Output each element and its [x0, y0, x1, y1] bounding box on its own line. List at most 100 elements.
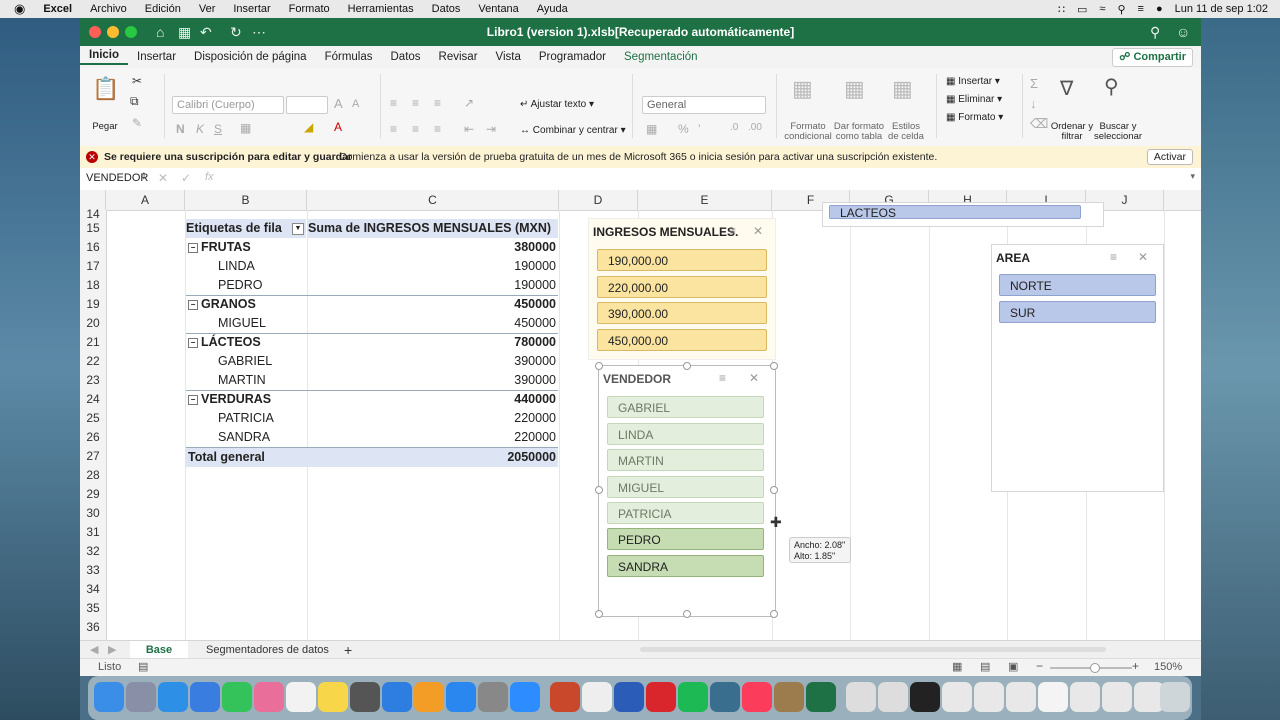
calculator-icon[interactable]: [350, 682, 380, 712]
row-header[interactable]: 32: [80, 542, 106, 561]
tab-vista[interactable]: Vista: [487, 51, 530, 63]
pivot-total-label[interactable]: Total general: [186, 448, 307, 467]
add-sheet-button[interactable]: +: [344, 641, 352, 659]
increase-indent-icon[interactable]: ⇥: [486, 122, 496, 136]
grow-font-icon[interactable]: A: [334, 96, 343, 111]
pivot-row-label[interactable]: − FRUTAS: [188, 238, 306, 257]
window-thumbnail[interactable]: [1038, 682, 1068, 712]
pivot-row-label[interactable]: MARTIN: [218, 371, 306, 390]
row-header[interactable]: 27: [80, 447, 106, 466]
slicer-item[interactable]: MIGUEL: [607, 476, 764, 498]
pivot-row-value[interactable]: 390000: [308, 352, 556, 371]
row-header[interactable]: 14: [80, 208, 106, 220]
row-header[interactable]: 18: [80, 276, 106, 295]
pivot-row-value[interactable]: 780000: [308, 333, 556, 352]
launchpad-icon[interactable]: [126, 682, 156, 712]
menu-datos[interactable]: Datos: [432, 3, 461, 15]
collapse-icon[interactable]: −: [188, 394, 198, 405]
pivot-row-label[interactable]: MIGUEL: [218, 314, 306, 333]
pivot-total-value[interactable]: 2050000: [307, 448, 558, 467]
format-cells-button[interactable]: ▦ Formato ▾: [946, 112, 1003, 123]
delete-cells-button[interactable]: ▦ Eliminar ▾: [946, 94, 1002, 105]
font-name-select[interactable]: Calibri (Cuerpo): [172, 96, 284, 114]
siri-icon[interactable]: ●: [1156, 3, 1163, 15]
shrink-font-icon[interactable]: A: [352, 98, 359, 110]
menubar-clock[interactable]: Lun 11 de sep 1:02: [1175, 3, 1268, 15]
utility-icon[interactable]: [774, 682, 804, 712]
format-painter-icon[interactable]: ✎: [132, 116, 142, 130]
pages-icon[interactable]: [414, 682, 444, 712]
row-header[interactable]: 19: [80, 295, 106, 314]
resize-handle[interactable]: [683, 610, 691, 618]
cancel-icon[interactable]: ✕: [158, 171, 168, 185]
resize-handle[interactable]: [770, 610, 778, 618]
slicer-item-selected[interactable]: PEDRO: [607, 528, 764, 550]
row-header[interactable]: 30: [80, 504, 106, 523]
tab-revisar[interactable]: Revisar: [430, 51, 487, 63]
row-header[interactable]: 36: [80, 618, 106, 640]
zoom-app-icon[interactable]: [510, 682, 540, 712]
page-break-view-icon[interactable]: ▣: [1008, 660, 1018, 673]
slicer-item[interactable]: PATRICIA: [607, 502, 764, 524]
find-select-icon[interactable]: ⚲: [1104, 74, 1119, 99]
pdf-icon[interactable]: [646, 682, 676, 712]
row-header[interactable]: 23: [80, 371, 106, 390]
orientation-icon[interactable]: ↗: [464, 96, 474, 110]
borders-icon[interactable]: ▦: [240, 121, 251, 135]
apple-icon[interactable]: ◉: [14, 1, 25, 17]
expand-formula-icon[interactable]: ▾: [1190, 171, 1195, 182]
pivot-row-value[interactable]: 450000: [308, 314, 556, 333]
pivot-row-label[interactable]: PATRICIA: [218, 409, 306, 428]
slicer-item[interactable]: LACTEOS: [829, 205, 1081, 220]
row-header[interactable]: 35: [80, 599, 106, 618]
slicer-item[interactable]: 220,000.00: [597, 276, 767, 298]
slicer-partial[interactable]: LACTEOS: [822, 202, 1104, 227]
clear-filter-icon[interactable]: ✕: [749, 371, 759, 385]
keynote-icon[interactable]: [382, 682, 412, 712]
resize-handle[interactable]: [595, 486, 603, 494]
wrap-text-button[interactable]: ↵ Ajustar texto ▾: [520, 99, 594, 110]
cut-icon[interactable]: ✂: [132, 74, 142, 88]
menu-insertar[interactable]: Insertar: [233, 3, 270, 15]
underline-icon[interactable]: S: [214, 122, 222, 136]
currency-icon[interactable]: ▦: [646, 122, 657, 136]
filter-dropdown-icon[interactable]: ▼: [292, 223, 304, 235]
align-right-icon[interactable]: ≡: [434, 122, 441, 136]
powerpoint-icon[interactable]: [550, 682, 580, 712]
music-icon[interactable]: [742, 682, 772, 712]
share-button[interactable]: ☍ Compartir: [1112, 48, 1193, 67]
decrease-decimal-icon[interactable]: .00: [748, 122, 762, 133]
resize-handle[interactable]: [770, 362, 778, 370]
row-header[interactable]: 15: [80, 219, 106, 238]
bold-icon[interactable]: N: [176, 122, 185, 136]
align-center-icon[interactable]: ≡: [412, 122, 419, 136]
window-thumbnail[interactable]: [974, 682, 1004, 712]
search-icon[interactable]: ⚲: [1150, 24, 1160, 41]
tab-segmentacion[interactable]: Segmentación: [615, 51, 707, 63]
window-thumbnail[interactable]: [1102, 682, 1132, 712]
number-format-select[interactable]: General: [642, 96, 766, 114]
tab-inicio[interactable]: Inicio: [80, 49, 129, 65]
row-header[interactable]: 17: [80, 257, 106, 276]
word-icon[interactable]: [614, 682, 644, 712]
pivot-row-value[interactable]: 390000: [308, 371, 556, 390]
slicer-item[interactable]: SUR: [999, 301, 1156, 323]
align-bottom-icon[interactable]: ≡: [434, 96, 441, 110]
decrease-indent-icon[interactable]: ⇤: [464, 122, 474, 136]
tab-disposicion[interactable]: Disposición de página: [185, 51, 316, 63]
column-header-a[interactable]: A: [106, 190, 185, 210]
script-editor-icon[interactable]: [582, 682, 612, 712]
slicer-ingresos[interactable]: INGRESOS MENSUALES... ≡ ✕ 190,000.00 220…: [588, 218, 776, 360]
browser-icon[interactable]: [710, 682, 740, 712]
notes-icon[interactable]: [318, 682, 348, 712]
sheet-tab-segmentadores[interactable]: Segmentadores de datos: [198, 641, 337, 659]
slicer-item[interactable]: 390,000.00: [597, 302, 767, 324]
multi-select-icon[interactable]: ≡: [729, 224, 736, 238]
normal-view-icon[interactable]: ▦: [952, 660, 962, 673]
multi-select-icon[interactable]: ≡: [719, 371, 726, 385]
copy-icon[interactable]: ⧉: [130, 94, 139, 109]
trash-icon[interactable]: [1160, 682, 1190, 712]
percent-icon[interactable]: %: [678, 122, 689, 136]
window-thumbnail[interactable]: [1070, 682, 1100, 712]
font-size-select[interactable]: [286, 96, 328, 114]
